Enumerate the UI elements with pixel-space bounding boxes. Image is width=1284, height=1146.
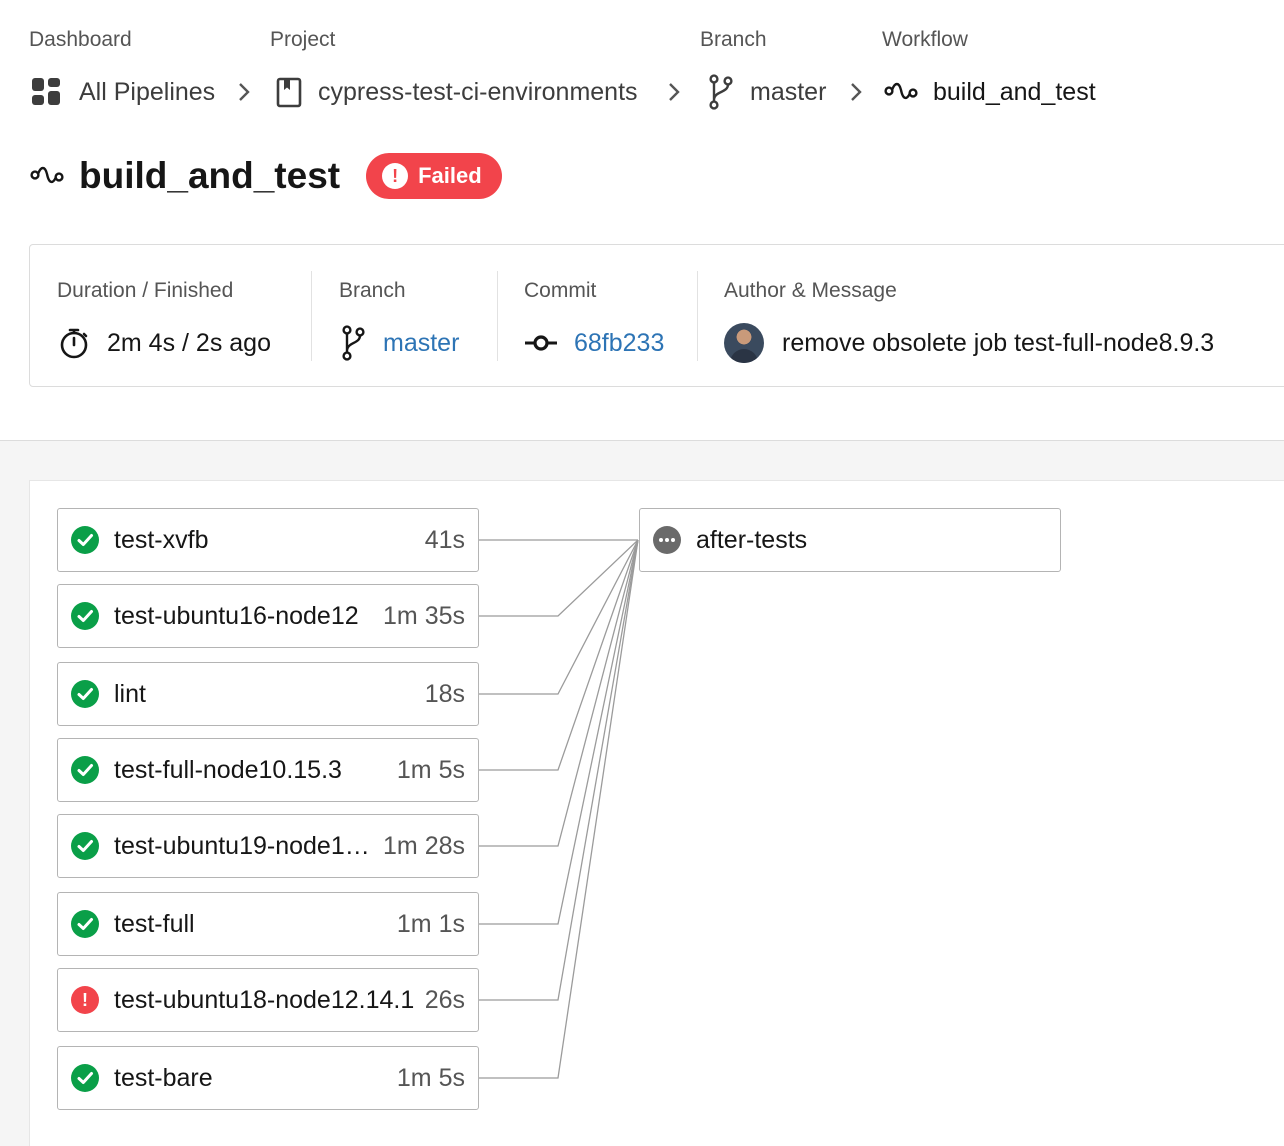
- breadcrumb-workflow: build_and_test: [883, 72, 1096, 112]
- job-card[interactable]: lint 18s: [57, 662, 479, 726]
- breadcrumb-project[interactable]: cypress-test-ci-environments: [274, 72, 638, 112]
- commit-message: remove obsolete job test-full-node8.9.3: [782, 328, 1215, 357]
- not-run-icon: [653, 526, 681, 554]
- job-name: after-tests: [696, 525, 808, 554]
- check-circle-icon: [71, 910, 99, 938]
- job-duration: 1m 28s: [383, 831, 465, 860]
- avatar[interactable]: [724, 323, 764, 363]
- dashboard-icon: [29, 75, 65, 109]
- breadcrumb-project-label: cypress-test-ci-environments: [318, 77, 638, 106]
- job-card[interactable]: test-bare 1m 5s: [57, 1046, 479, 1110]
- branch-link[interactable]: master: [339, 323, 459, 363]
- divider: [697, 271, 698, 361]
- check-circle-icon: [71, 602, 99, 630]
- job-duration: 1m 35s: [383, 601, 465, 630]
- breadcrumb: All Pipelines cypress-test-ci-environmen…: [29, 72, 1229, 112]
- stopwatch-icon: [57, 326, 91, 360]
- breadcrumb-label-workflow: Workflow: [882, 28, 968, 51]
- project-icon: [274, 75, 304, 109]
- breadcrumb-labels: Dashboard Project Branch Workflow: [29, 28, 1129, 54]
- job-card[interactable]: test-ubuntu16-node12 1m 35s: [57, 584, 479, 648]
- page-title: build_and_test: [79, 155, 341, 196]
- duration-label: Duration / Finished: [57, 279, 234, 302]
- job-duration: 1m 1s: [396, 909, 465, 938]
- job-card[interactable]: ! test-ubuntu18-node12.14.1 26s: [57, 968, 479, 1032]
- job-card-after-tests[interactable]: after-tests: [639, 508, 1061, 572]
- branch-label: Branch: [339, 279, 406, 302]
- duration-value-row: 2m 4s / 2s ago: [57, 323, 271, 363]
- job-duration: 18s: [424, 679, 465, 708]
- breadcrumb-branch-label: master: [750, 77, 827, 106]
- author-message-label: Author & Message: [724, 279, 897, 302]
- branch-value: master: [383, 328, 460, 357]
- job-name: test-xvfb: [114, 525, 209, 554]
- check-circle-icon: [71, 1064, 99, 1092]
- branch-icon: [704, 73, 736, 111]
- job-name: test-ubuntu16-node12: [114, 601, 359, 630]
- job-card[interactable]: test-ubuntu19-node1… 1m 28s: [57, 814, 479, 878]
- status-badge: ! Failed: [366, 153, 502, 199]
- commit-label: Commit: [524, 279, 597, 302]
- divider: [311, 271, 312, 361]
- job-name: test-full: [114, 909, 195, 938]
- workflow-icon: [29, 161, 65, 191]
- author-message-row: remove obsolete job test-full-node8.9.3: [724, 323, 1214, 363]
- job-duration: 1m 5s: [396, 1063, 465, 1092]
- check-circle-icon: [71, 680, 99, 708]
- job-name: test-ubuntu18-node12.14.1: [114, 985, 415, 1014]
- branch-icon: [339, 324, 367, 362]
- job-name: lint: [114, 679, 146, 708]
- chevron-right-icon: [239, 83, 250, 101]
- divider: [497, 271, 498, 361]
- alert-icon: !: [382, 163, 409, 189]
- job-name: test-ubuntu19-node1…: [114, 831, 370, 860]
- chevron-right-icon: [669, 83, 680, 101]
- commit-value: 68fb233: [574, 328, 665, 357]
- job-name: test-full-node10.15.3: [114, 755, 342, 784]
- alert-circle-icon: !: [71, 986, 99, 1014]
- breadcrumb-all-pipelines[interactable]: All Pipelines: [29, 72, 215, 112]
- commit-link[interactable]: 68fb233: [524, 323, 664, 363]
- breadcrumb-branch[interactable]: master: [704, 72, 826, 112]
- job-card[interactable]: test-xvfb 41s: [57, 508, 479, 572]
- check-circle-icon: [71, 526, 99, 554]
- job-duration: 26s: [424, 985, 465, 1014]
- status-badge-label: Failed: [418, 163, 482, 188]
- commit-icon: [524, 333, 558, 353]
- breadcrumb-label-branch: Branch: [700, 28, 767, 51]
- duration-value: 2m 4s / 2s ago: [107, 328, 271, 357]
- breadcrumb-label-dashboard: Dashboard: [29, 28, 132, 51]
- check-circle-icon: [71, 832, 99, 860]
- workflow-icon: [883, 78, 919, 106]
- breadcrumb-label-project: Project: [270, 28, 336, 51]
- breadcrumb-all-pipelines-label: All Pipelines: [79, 77, 216, 106]
- check-circle-icon: [71, 756, 99, 784]
- workflow-summary: Duration / Finished 2m 4s / 2s ago Branc…: [29, 244, 1284, 387]
- chevron-right-icon: [851, 83, 862, 101]
- job-card[interactable]: test-full 1m 1s: [57, 892, 479, 956]
- breadcrumb-workflow-label: build_and_test: [933, 77, 1096, 106]
- job-duration: 41s: [424, 525, 465, 554]
- job-name: test-bare: [114, 1063, 213, 1092]
- job-duration: 1m 5s: [396, 755, 465, 784]
- page-header: build_and_test ! Failed: [29, 150, 502, 202]
- job-card[interactable]: test-full-node10.15.3 1m 5s: [57, 738, 479, 802]
